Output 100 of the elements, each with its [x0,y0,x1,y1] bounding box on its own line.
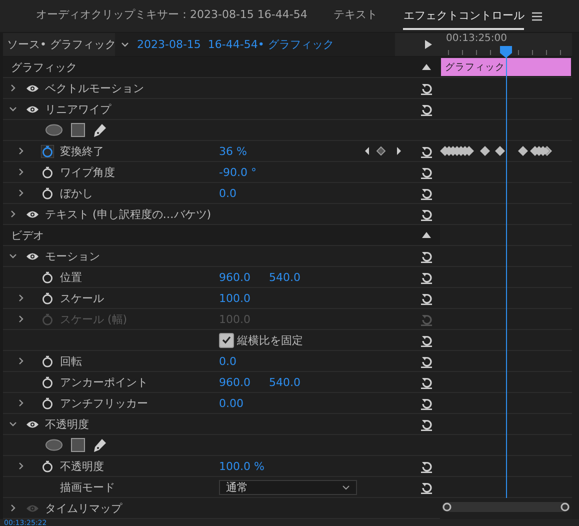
chevron-down-icon[interactable] [9,420,17,428]
check-icon [222,336,231,344]
property-name: 変換終了 [60,144,105,158]
stopwatch-icon[interactable] [41,186,54,200]
chevron-right-icon[interactable] [17,462,25,470]
eye-icon[interactable] [26,210,38,218]
property-value[interactable]: 540.0 [269,270,319,284]
effect-name: タイムリマップ [45,500,122,516]
zoom-handle-icon[interactable] [442,502,452,512]
property-value[interactable]: 100.0 % [219,460,269,472]
stopwatch-icon[interactable] [41,396,54,410]
reset-icon[interactable] [420,460,433,472]
reset-icon[interactable] [420,292,433,304]
property-value[interactable]: 960.0 [219,270,269,284]
chevron-down-icon[interactable] [9,252,17,260]
effect-name: 不透明度 [45,416,89,432]
property-name: 位置 [60,270,83,284]
play-triangle-icon[interactable] [425,40,432,49]
chevron-right-icon[interactable] [17,399,25,407]
rectangle-mask-icon[interactable] [71,438,85,452]
property-value[interactable]: 0.0 [219,354,269,368]
reset-icon[interactable] [420,166,433,178]
collapse-triangle-icon[interactable] [422,232,431,238]
property-name: 描画モード [60,480,116,494]
chevron-right-icon[interactable] [17,168,25,176]
pen-icon[interactable] [93,438,107,452]
reset-icon[interactable] [420,82,433,94]
source-label: ソース• グラフィック [6,37,115,52]
ellipse-mask-icon[interactable] [45,439,63,451]
property-name: ぼかし [60,186,94,200]
stopwatch-icon[interactable] [41,270,54,284]
section-title: ビデオ [11,228,44,242]
property-value[interactable]: 960.0 [219,376,269,388]
chevron-right-icon[interactable] [17,294,25,302]
caret-icon [121,42,129,48]
stopwatch-icon[interactable] [41,292,54,304]
eye-icon[interactable] [26,252,38,260]
checkbox[interactable] [219,332,234,348]
reset-icon[interactable] [420,208,433,220]
timeline-clip[interactable]: グラフィック [441,58,571,76]
stopwatch-icon[interactable] [41,460,54,472]
eye-icon[interactable] [26,84,38,92]
property-name: アンチフリッカー [60,396,149,410]
chevron-right-icon[interactable] [9,84,17,92]
property-value[interactable]: 0.0 [219,186,269,200]
keyframe-navigator-icon[interactable] [364,146,404,156]
stopwatch-icon[interactable] [41,354,54,368]
panel-tab[interactable]: エフェクトコントロール [403,4,524,30]
reset-icon[interactable] [420,480,433,494]
property-name: スケール [60,290,105,306]
chevron-down-icon[interactable] [9,105,17,113]
chevron-right-icon[interactable] [9,504,17,512]
pen-icon[interactable] [93,122,107,138]
panel-tab[interactable]: オーディオクリップミキサー：2023-08-15 16-44-54 [36,3,308,29]
rectangle-mask-icon[interactable] [71,123,85,137]
property-name: アンカーポイント [60,374,149,390]
panel-tab[interactable]: テキスト [333,3,378,29]
stopwatch-icon[interactable] [41,144,54,158]
vertical-scrollbar[interactable] [572,33,579,519]
reset-icon[interactable] [420,334,433,346]
effect-name: テキスト (申し訳程度の…バケツ) [45,206,212,222]
timecode: 00:13:25:00 [446,33,508,44]
reset-icon[interactable] [420,186,433,200]
reset-icon[interactable] [420,376,433,388]
reset-icon[interactable] [420,396,433,410]
stopwatch-icon[interactable] [41,166,54,178]
ellipse-mask-icon[interactable] [45,124,63,136]
property-name: 回転 [60,354,83,368]
stopwatch-icon[interactable] [41,376,54,388]
reset-icon[interactable] [420,418,433,430]
property-value[interactable]: -90.0 ° [219,166,269,178]
chevron-right-icon[interactable] [9,210,17,218]
collapse-triangle-icon[interactable] [422,64,431,70]
reset-icon[interactable] [420,250,433,262]
property-name: 不透明度 [60,458,105,474]
effect-name: モーション [45,248,100,264]
chevron-right-icon[interactable] [17,147,25,155]
chevron-right-icon[interactable] [17,189,25,197]
eye-icon[interactable] [26,104,38,114]
menu-icon[interactable] [532,12,542,20]
property-value[interactable]: 0.00 [219,396,269,410]
reset-icon[interactable] [420,354,433,368]
reset-icon[interactable] [420,144,433,158]
reset-icon[interactable] [420,270,433,284]
property-name: スケール (幅) [60,312,128,326]
chevron-right-icon[interactable] [17,357,25,365]
effect-name: リニアワイプ [45,102,111,116]
effect-name: ベクトルモーション [45,80,144,96]
zoom-scrollbar[interactable] [442,502,570,512]
zoom-handle-icon[interactable] [560,502,570,512]
property-value[interactable]: 100.0 [219,292,269,304]
property-value[interactable]: 540.0 [269,376,319,388]
clip-selector[interactable]: 2023-08-15 16-44-54• グラフィック [115,33,395,56]
property-value[interactable]: 36 % [219,144,269,158]
reset-icon[interactable] [420,102,433,116]
checkbox-label: 縦横比を固定 [237,332,303,348]
blend-mode-dropdown[interactable]: 通常 [219,480,357,494]
section-title: グラフィック [11,60,77,74]
caret-icon [342,484,350,490]
eye-icon[interactable] [26,420,38,428]
